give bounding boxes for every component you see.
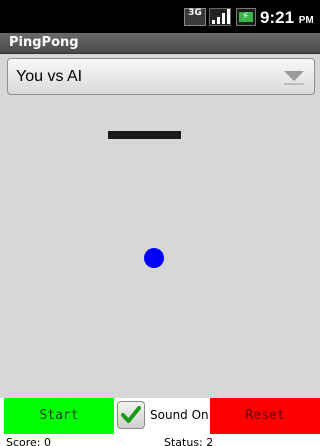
dropdown-arrow-underline (284, 83, 304, 85)
ball (144, 248, 164, 268)
sound-label: Sound On (150, 408, 209, 422)
checkmark-icon (121, 406, 141, 423)
controls-row: Start Sound On Reset (0, 398, 320, 434)
sound-toggle[interactable]: Sound On (114, 398, 210, 434)
phone-screen: 3G ⚡ 9:21 PM PingPong You vs AI Start So… (0, 0, 320, 446)
sound-checkbox[interactable] (117, 401, 145, 429)
clock-time: 9:21 (260, 8, 295, 27)
reset-button[interactable]: Reset (210, 398, 320, 434)
clock-ampm: PM (298, 15, 314, 26)
mode-selector-dropdown[interactable]: You vs AI (7, 58, 315, 95)
status-text: Status: 2 (164, 436, 214, 446)
mode-selector-area: You vs AI (0, 54, 320, 99)
ai-paddle (108, 131, 181, 139)
score-text: Score: 0 (6, 436, 52, 446)
battery-charging-icon: ⚡ (236, 8, 256, 26)
status-clock: 9:21 PM (260, 8, 314, 31)
signal-strength-icon (209, 8, 231, 26)
info-row: Score: 0 Status: 2 (0, 434, 320, 446)
network-label: 3G (188, 8, 202, 18)
mode-selector-value: You vs AI (16, 68, 83, 85)
start-button[interactable]: Start (4, 398, 114, 434)
network-3g-icon: 3G (184, 8, 206, 26)
app-title: PingPong (9, 35, 79, 50)
status-bar: 3G ⚡ 9:21 PM (0, 0, 320, 33)
title-bar: PingPong (0, 33, 320, 54)
game-field[interactable] (0, 99, 320, 398)
dropdown-arrow-icon (284, 71, 304, 81)
